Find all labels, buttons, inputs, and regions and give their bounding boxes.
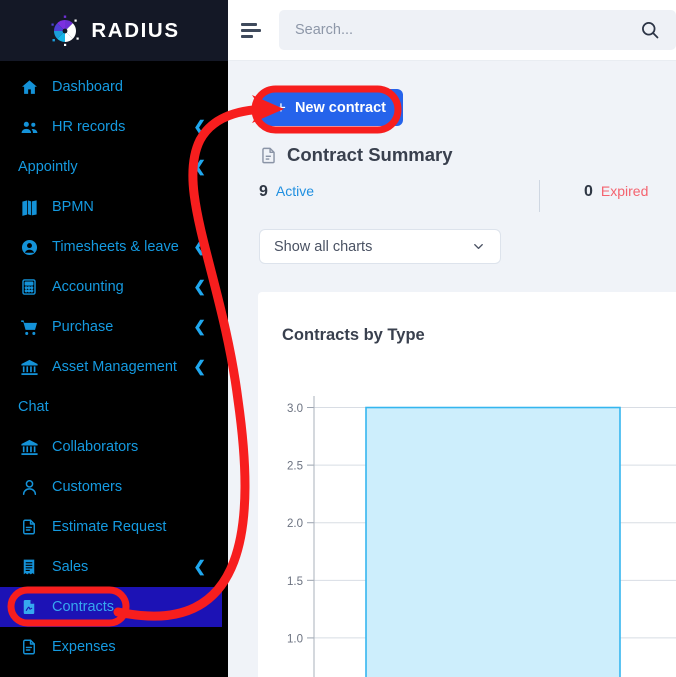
- summary-stats: 9 Active 0 Expired: [259, 183, 659, 209]
- receipt-icon: [18, 556, 40, 578]
- svg-text:1.5: 1.5: [287, 576, 303, 588]
- contract-icon: [18, 596, 40, 618]
- sidebar-item-label: BPMN: [52, 199, 94, 215]
- book-icon: [18, 196, 40, 218]
- brand-header[interactable]: RADIUS: [0, 0, 228, 61]
- new-contract-label: New contract: [294, 99, 386, 116]
- sidebar-item-label: Estimate Request: [52, 519, 167, 535]
- sidebar-item-label: HR records: [52, 119, 126, 135]
- home-icon: [18, 76, 40, 98]
- search-bar[interactable]: [279, 10, 676, 50]
- page-title: Contract Summary: [287, 144, 453, 165]
- sidebar-item-timesheets-leave[interactable]: Timesheets & leave ❮: [0, 227, 228, 267]
- sidebar-item-label: Appointly: [18, 159, 78, 175]
- brand-name: RADIUS: [91, 18, 180, 42]
- chevron-left-icon[interactable]: ❮: [193, 240, 206, 255]
- bank-icon: [18, 356, 40, 378]
- new-contract-button[interactable]: + New contract: [259, 89, 403, 126]
- sidebar-item-dashboard[interactable]: Dashboard: [0, 67, 228, 107]
- svg-text:2.5: 2.5: [287, 461, 303, 473]
- sidebar-item-hr-records[interactable]: HR records ❮: [0, 107, 228, 147]
- expired-count: 0: [584, 183, 593, 200]
- sidebar-item-label: Sales: [52, 559, 89, 575]
- sidebar-item-label: Asset Management: [52, 359, 177, 375]
- sidebar-item-label: Collaborators: [52, 439, 139, 455]
- sidebar-item-contracts[interactable]: Contracts: [0, 587, 222, 627]
- bank-icon: [18, 436, 40, 458]
- sidebar-item-label: Dashboard: [52, 79, 123, 95]
- user-circle-icon: [18, 236, 40, 258]
- sidebar-item-label: Timesheets & leave: [52, 239, 179, 255]
- calculator-icon: [18, 276, 40, 298]
- hamburger-align-icon[interactable]: [241, 17, 267, 43]
- chevron-left-icon[interactable]: ❮: [193, 560, 206, 575]
- svg-text:3.0: 3.0: [287, 403, 303, 415]
- document-icon: [18, 516, 40, 538]
- users-icon: [18, 116, 40, 138]
- cart-icon: [18, 316, 40, 338]
- active-count: 9: [259, 183, 268, 200]
- sidebar-item-bpmn[interactable]: BPMN: [0, 187, 228, 227]
- sidebar-item-appointly[interactable]: Appointly ❮: [0, 147, 228, 187]
- main-content: + New contract Contract Summary 9 Active: [228, 61, 676, 677]
- search-input[interactable]: [295, 22, 640, 38]
- search-icon[interactable]: [640, 20, 660, 40]
- stat-expired: 0 Expired: [584, 183, 648, 201]
- sidebar-item-label: Customers: [52, 479, 123, 495]
- chevron-left-icon[interactable]: ❮: [193, 160, 206, 175]
- stat-active: 9 Active: [259, 183, 314, 201]
- sidebar-item-label: Expenses: [52, 639, 116, 655]
- sidebar-item-label: Contracts: [52, 599, 115, 615]
- plus-icon: +: [276, 98, 286, 117]
- svg-text:1.0: 1.0: [287, 633, 303, 645]
- sidebar-item-customers[interactable]: Customers: [0, 467, 228, 507]
- sidebar-item-purchase[interactable]: Purchase ❮: [0, 307, 228, 347]
- chart-card: Contracts by Type 1.0 1.5 2.0 2.5 3.0: [258, 292, 676, 677]
- sidebar: RADIUS Dashboard HR records ❮ Appointly ❮ BPM…: [0, 0, 228, 677]
- document-icon: [259, 146, 278, 165]
- svg-text:2.0: 2.0: [287, 518, 303, 530]
- chevron-down-icon: [471, 239, 486, 254]
- sidebar-item-chat[interactable]: Chat: [0, 387, 228, 427]
- sidebar-item-sales[interactable]: Sales ❮: [0, 547, 228, 587]
- sidebar-item-expenses[interactable]: Expenses: [0, 627, 228, 667]
- sidebar-item-collaborators[interactable]: Collaborators: [0, 427, 228, 467]
- chevron-left-icon[interactable]: ❮: [193, 280, 206, 295]
- expired-label[interactable]: Expired: [601, 183, 648, 199]
- sidebar-nav-list: Dashboard HR records ❮ Appointly ❮ BPMN Timesh…: [0, 61, 228, 667]
- radius-pinwheel-logo-icon: [48, 14, 82, 48]
- contract-summary-heading: Contract Summary: [259, 144, 453, 166]
- chart-title: Contracts by Type: [282, 326, 425, 344]
- contracts-by-type-bar-chart: 1.0 1.5 2.0 2.5 3.0: [270, 388, 676, 677]
- app-root: RADIUS Dashboard HR records ❮ Appointly ❮ BPM…: [0, 0, 676, 677]
- chart-filter-value: Show all charts: [274, 238, 373, 255]
- sidebar-item-label: Chat: [18, 399, 49, 415]
- document-icon: [18, 636, 40, 658]
- topbar: [228, 0, 676, 61]
- sidebar-item-asset-management[interactable]: Asset Management ❮: [0, 347, 228, 387]
- chevron-left-icon[interactable]: ❮: [193, 360, 206, 375]
- sidebar-item-label: Accounting: [52, 279, 124, 295]
- sidebar-item-accounting[interactable]: Accounting ❮: [0, 267, 228, 307]
- sidebar-item-label: Purchase: [52, 319, 114, 335]
- person-icon: [18, 476, 40, 498]
- chart-filter-select[interactable]: Show all charts: [259, 229, 501, 264]
- chevron-left-icon[interactable]: ❮: [193, 320, 206, 335]
- chevron-left-icon[interactable]: ❮: [193, 120, 206, 135]
- active-label[interactable]: Active: [276, 183, 314, 199]
- sidebar-item-estimate-request[interactable]: Estimate Request: [0, 507, 228, 547]
